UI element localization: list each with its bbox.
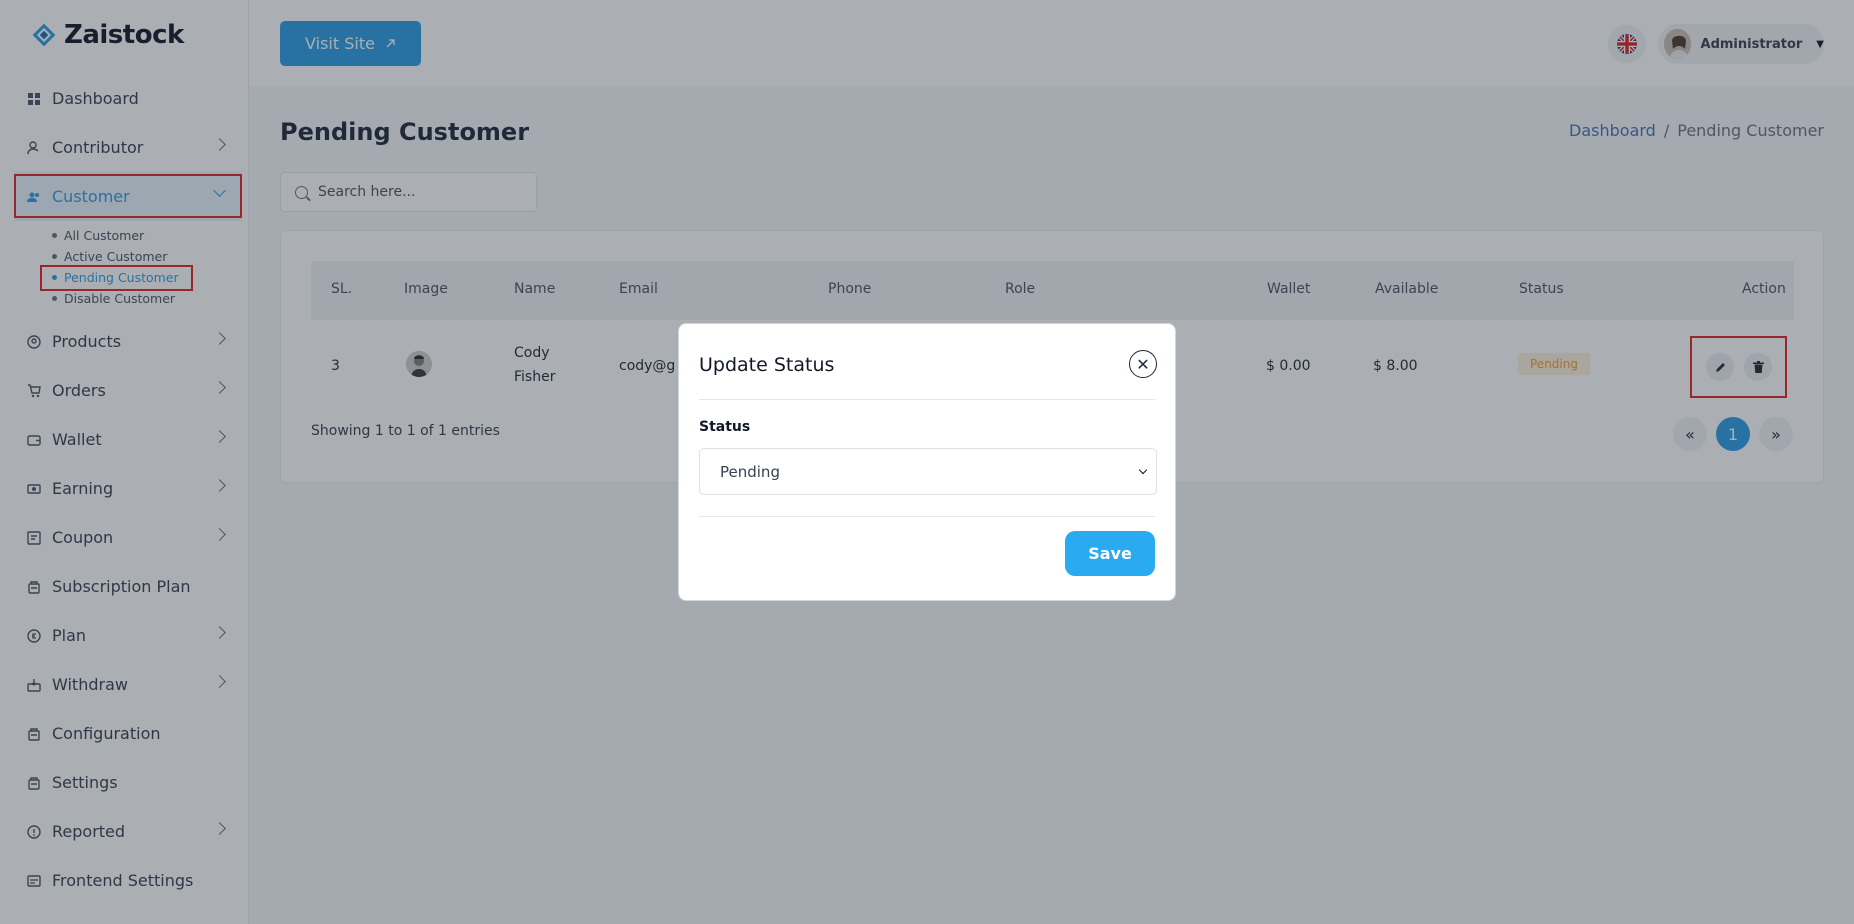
update-status-modal: Update Status ✕ Status Pending Save (678, 323, 1176, 601)
close-icon: ✕ (1136, 354, 1150, 374)
divider (699, 516, 1155, 517)
status-field-label: Status (699, 419, 751, 435)
modal-title: Update Status (699, 354, 835, 376)
status-select[interactable]: Pending (699, 448, 1157, 495)
chevron-down-icon (1138, 465, 1148, 475)
divider (699, 399, 1155, 400)
status-select-value: Pending (720, 462, 780, 481)
close-button[interactable]: ✕ (1129, 350, 1157, 378)
save-button[interactable]: Save (1065, 531, 1155, 576)
